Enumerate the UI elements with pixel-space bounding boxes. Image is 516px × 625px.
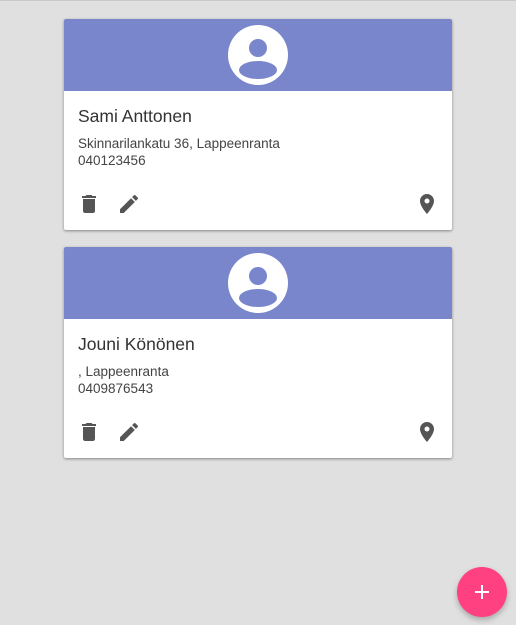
contact-list: Sami Anttonen Skinnarilankatu 36, Lappee… — [64, 19, 452, 475]
pencil-icon[interactable] — [117, 192, 141, 216]
card-header — [64, 247, 452, 319]
contact-card: Jouni Könönen , Lappeenranta 0409876543 — [64, 247, 452, 458]
contact-phone: 040123456 — [78, 153, 146, 168]
contact-phone: 0409876543 — [78, 381, 154, 396]
pencil-icon[interactable] — [117, 420, 141, 444]
trash-icon[interactable] — [77, 420, 101, 444]
add-contact-button[interactable] — [457, 567, 507, 617]
contact-name: Sami Anttonen — [78, 106, 192, 126]
plus-icon — [475, 585, 489, 599]
avatar-icon — [228, 253, 288, 313]
trash-icon[interactable] — [77, 192, 101, 216]
contact-name: Jouni Könönen — [78, 334, 195, 354]
map-pin-icon[interactable] — [415, 420, 439, 444]
card-actions — [64, 192, 452, 216]
card-header — [64, 19, 452, 91]
card-actions — [64, 420, 452, 444]
contact-address: , Lappeenranta — [78, 364, 169, 379]
contact-card: Sami Anttonen Skinnarilankatu 36, Lappee… — [64, 19, 452, 230]
map-pin-icon[interactable] — [415, 192, 439, 216]
avatar-icon — [228, 25, 288, 85]
contact-address: Skinnarilankatu 36, Lappeenranta — [78, 136, 280, 151]
